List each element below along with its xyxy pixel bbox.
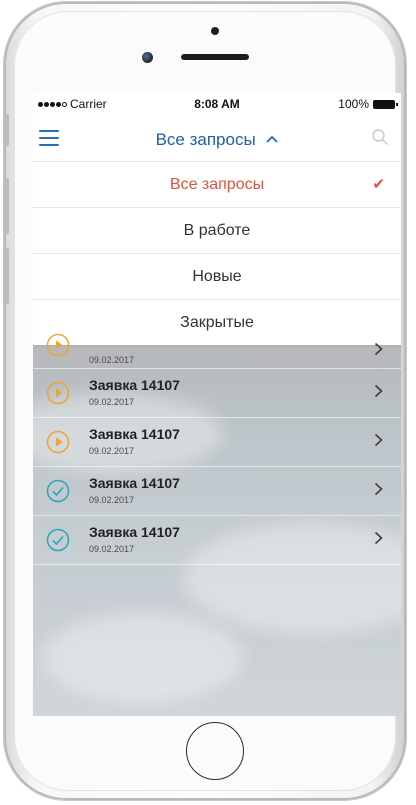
proximity-sensor — [211, 27, 219, 35]
check-circle-icon — [46, 528, 70, 552]
request-row[interactable]: 09.02.2017 — [33, 333, 401, 369]
filter-option-in-progress[interactable]: В работе — [33, 208, 401, 254]
home-button[interactable] — [186, 722, 244, 780]
request-row[interactable]: Заявка 14107 09.02.2017 — [33, 369, 401, 418]
filter-option-new[interactable]: Новые — [33, 254, 401, 300]
request-date: 09.02.2017 — [89, 446, 135, 456]
app-screen: Carrier 8:08 AM 100% Все запросы Все зап… — [33, 93, 401, 716]
status-bar: Carrier 8:08 AM 100% — [33, 93, 401, 115]
request-title: Заявка 14107 — [89, 426, 180, 442]
request-date: 09.02.2017 — [89, 495, 135, 505]
filter-option-label: В работе — [183, 222, 251, 239]
filter-option-label: Все запросы — [169, 176, 265, 193]
play-circle-icon — [46, 381, 70, 405]
checkmark-icon: ✔ — [372, 176, 385, 193]
chevron-right-icon — [374, 482, 383, 501]
filter-option-label: Закрытые — [180, 314, 254, 331]
front-camera — [142, 52, 153, 63]
play-circle-icon — [46, 333, 70, 357]
chevron-up-icon — [266, 128, 278, 148]
filter-dropdown: Все запросы ✔ В работе Новые Закрытые — [33, 162, 401, 345]
request-title: Заявка 14107 — [89, 475, 180, 491]
earpiece-speaker — [181, 54, 249, 60]
filter-option-label: Новые — [192, 268, 242, 285]
check-circle-icon — [46, 479, 70, 503]
request-row[interactable]: Заявка 14107 09.02.2017 — [33, 418, 401, 467]
filter-option-all[interactable]: Все запросы ✔ — [33, 162, 401, 208]
navigation-bar: Все запросы — [33, 115, 401, 162]
request-date: 09.02.2017 — [89, 355, 135, 365]
mute-switch — [3, 114, 9, 146]
battery-icon — [373, 99, 398, 109]
background-cloud — [43, 613, 243, 703]
page-title: Все запросы — [155, 130, 256, 149]
chevron-right-icon — [374, 531, 383, 550]
request-row[interactable]: Заявка 14107 09.02.2017 — [33, 467, 401, 516]
request-date: 09.02.2017 — [89, 544, 135, 554]
play-circle-icon — [46, 430, 70, 454]
request-row[interactable]: Заявка 14107 09.02.2017 — [33, 516, 401, 565]
request-date: 09.02.2017 — [89, 397, 135, 407]
chevron-right-icon — [374, 384, 383, 403]
chevron-right-icon — [374, 433, 383, 452]
chevron-right-icon — [374, 342, 383, 361]
battery-percent: 100% — [338, 97, 369, 111]
volume-down-button — [3, 248, 9, 304]
filter-title-button[interactable]: Все запросы — [33, 128, 401, 150]
search-icon[interactable] — [371, 128, 389, 146]
volume-up-button — [3, 178, 9, 234]
request-title: Заявка 14107 — [89, 524, 180, 540]
request-title: Заявка 14107 — [89, 377, 180, 393]
filter-option-closed[interactable]: Закрытые — [33, 300, 401, 345]
battery-indicator: 100% — [338, 97, 398, 111]
